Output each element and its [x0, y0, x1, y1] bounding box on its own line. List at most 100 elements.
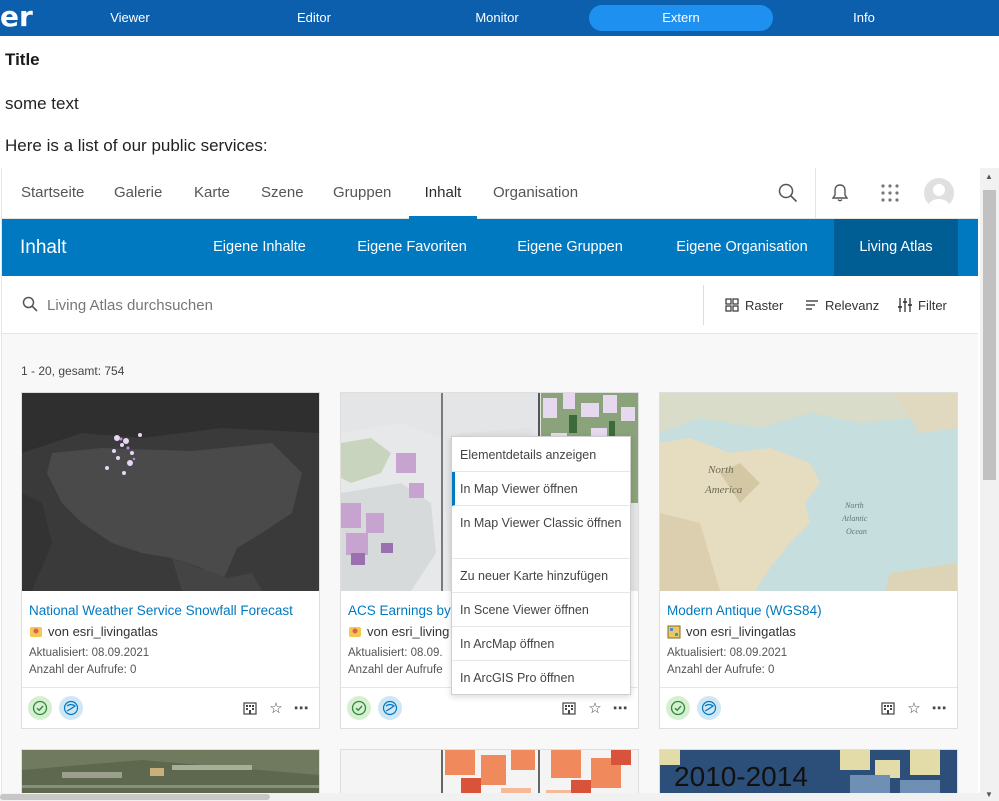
- item-views: Anzahl der Aufrufe: 0: [667, 664, 775, 676]
- authoritative-check-icon[interactable]: [666, 696, 690, 720]
- item-card[interactable]: North America North Atlantic Ocean Moder…: [659, 392, 958, 729]
- scroll-up-arrow-icon[interactable]: ▲: [985, 172, 993, 181]
- filter-sliders-icon: [898, 298, 912, 312]
- more-options-icon[interactable]: ⋯: [610, 698, 630, 718]
- item-title-link[interactable]: National Weather Service Snowfall Foreca…: [29, 603, 293, 618]
- content-section-title: Inhalt: [20, 237, 67, 258]
- menu-item-open-scene-viewer[interactable]: In Scene Viewer öffnen: [452, 593, 630, 627]
- layer-type-icon: [30, 626, 42, 637]
- nav-divider: [815, 168, 816, 219]
- search-toolbar: Raster Relevanz Filter: [2, 276, 978, 334]
- raster-view-button[interactable]: Raster: [725, 295, 783, 315]
- page-title: Title: [5, 50, 40, 69]
- scrollbar-thumb[interactable]: [983, 190, 996, 480]
- filter-label: Filter: [918, 297, 947, 313]
- arcnav-gruppen[interactable]: Gruppen: [333, 168, 391, 219]
- arcgis-top-nav: Startseite Galerie Karte Szene Gruppen I…: [2, 168, 978, 219]
- item-updated: Aktualisiert: 08.09.2021: [29, 647, 150, 659]
- owner-name[interactable]: von esri_living: [367, 624, 449, 639]
- relevance-label: Relevanz: [825, 297, 880, 313]
- more-options-icon[interactable]: ⋯: [929, 698, 949, 718]
- avatar[interactable]: [924, 178, 954, 208]
- owner-name[interactable]: von esri_livingatlas: [48, 624, 158, 639]
- menu-item-add-to-new-map[interactable]: Zu neuer Karte hinzufügen: [452, 559, 630, 593]
- item-thumbnail[interactable]: [22, 393, 319, 591]
- nav-editor[interactable]: Editor: [224, 5, 404, 31]
- item-title-link[interactable]: ACS Earnings by: [348, 603, 451, 618]
- horizontal-scrollbar[interactable]: [0, 793, 980, 801]
- arcnav-karte[interactable]: Karte: [194, 168, 230, 219]
- search-icon: [22, 296, 38, 317]
- item-owner: von esri_livingatlas: [29, 624, 158, 639]
- menu-item-open-map-viewer[interactable]: In Map Viewer öffnen: [452, 472, 630, 506]
- tab-eigene-gruppen[interactable]: Eigene Gruppen: [505, 219, 635, 276]
- bell-icon[interactable]: [825, 178, 855, 208]
- arcnav-szene[interactable]: Szene: [261, 168, 304, 219]
- card-footer: ☆ ⋯: [22, 687, 319, 728]
- item-views: Anzahl der Aufrufe: [348, 664, 443, 676]
- svg-text:North: North: [844, 501, 864, 510]
- horizontal-scrollbar-thumb[interactable]: [0, 794, 270, 800]
- star-favorite-icon[interactable]: ☆: [585, 698, 605, 718]
- living-atlas-badge-icon[interactable]: [378, 696, 402, 720]
- page-intro: Here is a list of our public services:: [5, 136, 268, 155]
- tab-living-atlas[interactable]: Living Atlas: [834, 219, 958, 276]
- thumbnail-caption: 2010-2014: [674, 761, 808, 792]
- search-icon[interactable]: [773, 178, 803, 208]
- item-owner: von esri_living: [348, 624, 449, 639]
- scroll-down-arrow-icon[interactable]: ▼: [985, 790, 993, 799]
- item-updated: Aktualisiert: 08.09.: [348, 647, 443, 659]
- grid-icon: [725, 298, 739, 312]
- menu-item-open-arcmap[interactable]: In ArcMap öffnen: [452, 627, 630, 661]
- svg-text:Ocean: Ocean: [846, 527, 867, 536]
- item-card[interactable]: National Weather Service Snowfall Foreca…: [21, 392, 320, 729]
- tab-eigene-organisation[interactable]: Eigene Organisation: [662, 219, 822, 276]
- arcnav-galerie[interactable]: Galerie: [114, 168, 162, 219]
- item-updated: Aktualisiert: 08.09.2021: [667, 647, 788, 659]
- organization-icon[interactable]: [559, 698, 579, 718]
- star-favorite-icon[interactable]: ☆: [266, 698, 286, 718]
- svg-text:North: North: [707, 464, 734, 476]
- nav-monitor[interactable]: Monitor: [407, 5, 587, 31]
- toolbar-divider: [703, 285, 704, 325]
- results-count: 1 - 20, gesamt: 754: [21, 364, 125, 378]
- item-views: Anzahl der Aufrufe: 0: [29, 664, 137, 676]
- raster-label: Raster: [745, 297, 784, 313]
- filter-button[interactable]: Filter: [898, 295, 947, 315]
- tab-eigene-favoriten[interactable]: Eigene Favoriten: [345, 219, 479, 276]
- organization-icon[interactable]: [878, 698, 898, 718]
- nav-viewer[interactable]: Viewer: [40, 5, 220, 31]
- arcnav-inhalt[interactable]: Inhalt: [409, 168, 477, 219]
- layer-type-icon: [349, 626, 361, 637]
- arcnav-startseite[interactable]: Startseite: [21, 168, 84, 219]
- item-context-menu: Elementdetails anzeigen In Map Viewer öf…: [451, 436, 631, 695]
- more-options-icon[interactable]: ⋯: [291, 698, 311, 718]
- item-title-link[interactable]: Modern Antique (WGS84): [667, 603, 822, 618]
- owner-name[interactable]: von esri_livingatlas: [686, 624, 796, 639]
- living-atlas-search-input[interactable]: [47, 292, 547, 318]
- site-brand[interactable]: er: [0, 2, 33, 32]
- tab-eigene-inhalte[interactable]: Eigene Inhalte: [197, 219, 322, 276]
- menu-item-details[interactable]: Elementdetails anzeigen: [452, 437, 630, 472]
- organization-icon[interactable]: [240, 698, 260, 718]
- item-thumbnail[interactable]: North America North Atlantic Ocean: [660, 393, 957, 591]
- card-footer: ☆ ⋯: [660, 687, 957, 728]
- vertical-scrollbar[interactable]: ▲ ▼: [980, 168, 999, 801]
- star-favorite-icon[interactable]: ☆: [904, 698, 924, 718]
- living-atlas-badge-icon[interactable]: [697, 696, 721, 720]
- sort-icon: [806, 300, 818, 310]
- page-text: some text: [5, 94, 79, 113]
- sort-relevance-button[interactable]: Relevanz: [805, 295, 879, 315]
- menu-item-open-map-viewer-classic[interactable]: In Map Viewer Classic öffnen: [452, 506, 630, 559]
- authoritative-check-icon[interactable]: [28, 696, 52, 720]
- nav-info[interactable]: Info: [774, 5, 954, 31]
- arcnav-organisation[interactable]: Organisation: [493, 168, 578, 219]
- menu-item-open-arcgis-pro[interactable]: In ArcGIS Pro öffnen: [452, 661, 630, 694]
- nav-extern[interactable]: Extern: [589, 5, 773, 31]
- living-atlas-badge-icon[interactable]: [59, 696, 83, 720]
- app-launcher-icon[interactable]: [875, 178, 905, 208]
- svg-text:Atlantic: Atlantic: [841, 514, 868, 523]
- authoritative-check-icon[interactable]: [347, 696, 371, 720]
- svg-text:America: America: [704, 484, 743, 496]
- basemap-type-icon: [667, 625, 681, 638]
